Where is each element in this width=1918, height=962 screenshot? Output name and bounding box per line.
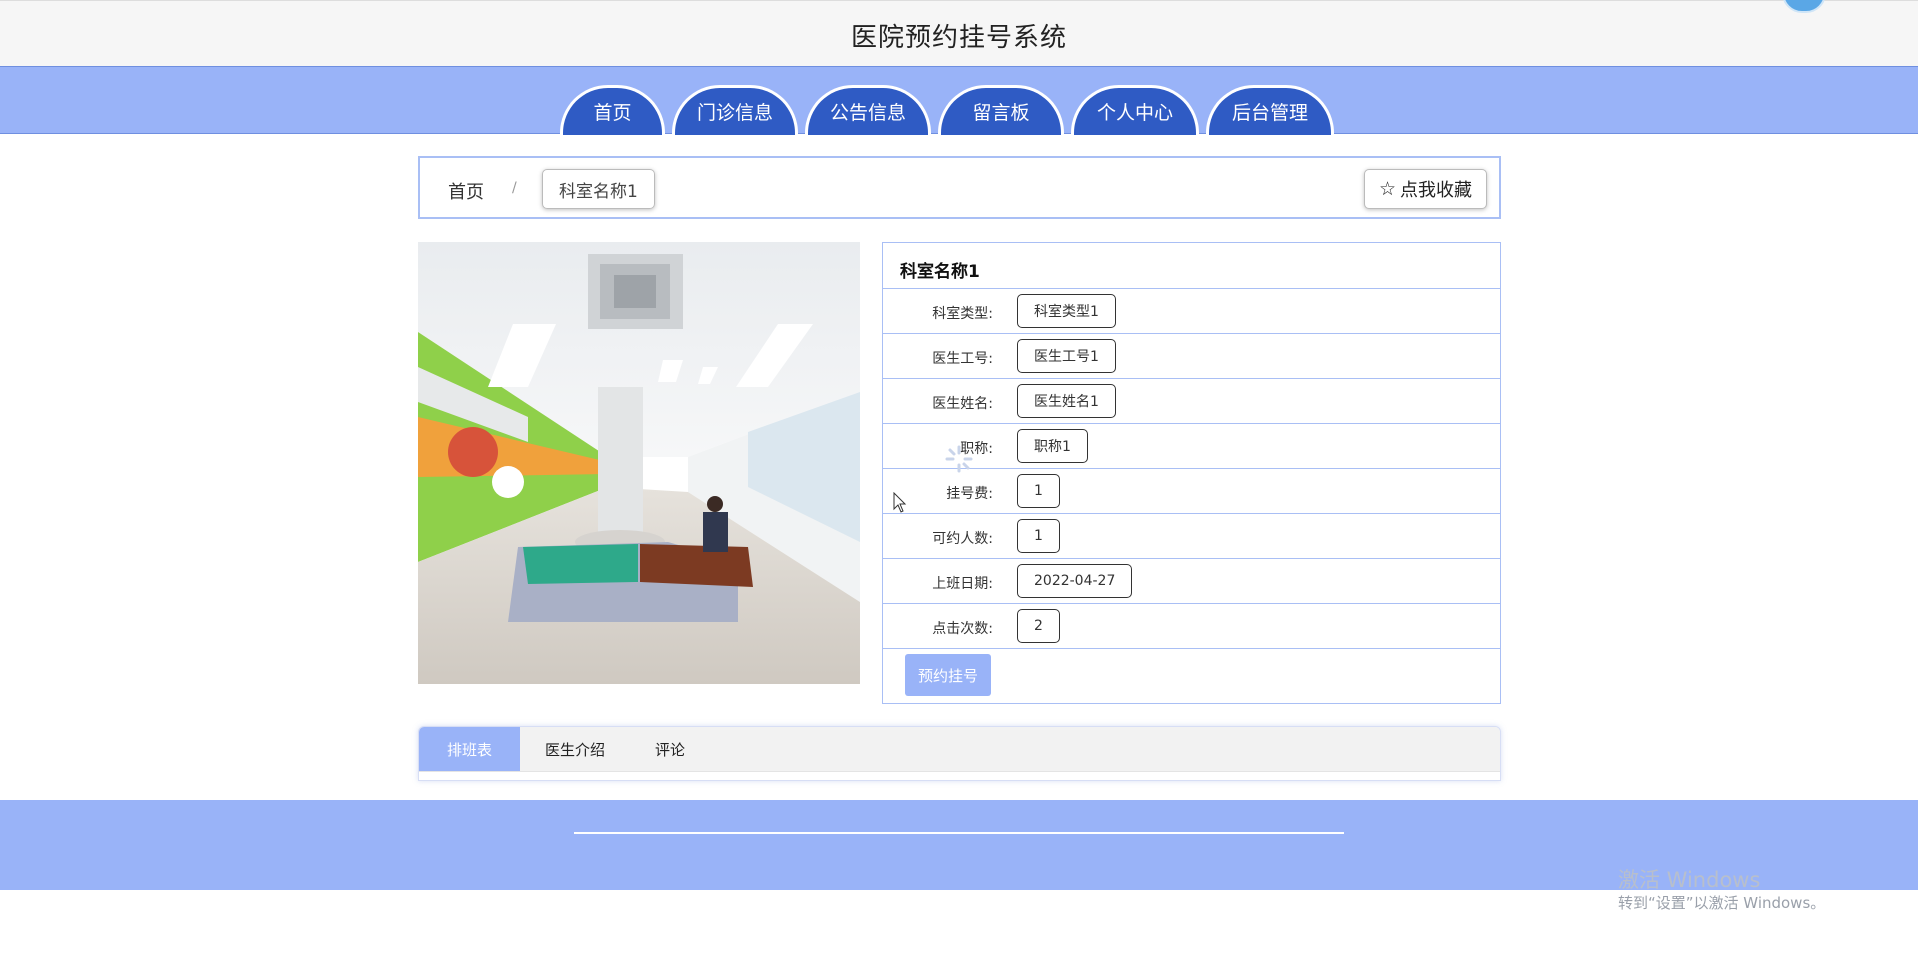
breadcrumb: 首页 / 科室名称1 ☆ 点我收藏 bbox=[418, 156, 1501, 219]
detail-row-title: 职称: 职称1 bbox=[883, 424, 1500, 469]
detail-row-doctor-name: 医生姓名: 医生姓名1 bbox=[883, 379, 1500, 424]
breadcrumb-home-link[interactable]: 首页 bbox=[448, 178, 484, 204]
breadcrumb-current: 科室名称1 bbox=[542, 169, 655, 209]
activation-watermark-subtitle: 转到“设置”以激活 Windows。 bbox=[1618, 894, 1826, 912]
tab-strip: 排班表 医生介绍 评论 bbox=[419, 727, 1500, 772]
detail-label: 科室类型: bbox=[932, 306, 993, 322]
detail-row-click-count: 点击次数: 2 bbox=[883, 604, 1500, 649]
tab-schedule[interactable]: 排班表 bbox=[419, 727, 521, 771]
department-detail-panel: 科室名称1 科室类型: 科室类型1 医生工号: 医生工号1 医生姓名: 医生姓名… bbox=[882, 242, 1501, 704]
nav-item-personal-center[interactable]: 个人中心 bbox=[1071, 85, 1199, 135]
detail-value: 2022-04-27 bbox=[1017, 564, 1133, 598]
site-header: 医院预约挂号系统 bbox=[0, 0, 1918, 66]
book-appointment-button[interactable]: 预约挂号 bbox=[905, 654, 991, 696]
tab-comments[interactable]: 评论 bbox=[630, 727, 710, 771]
detail-value: 科室类型1 bbox=[1017, 294, 1116, 328]
info-tabs: 排班表 医生介绍 评论 bbox=[418, 726, 1501, 781]
detail-label: 可约人数: bbox=[932, 531, 993, 547]
booking-row: 预约挂号 bbox=[883, 649, 1500, 701]
detail-value: 1 bbox=[1017, 474, 1060, 508]
favorite-button-label: 点我收藏 bbox=[1400, 180, 1472, 201]
detail-row-doctor-id: 医生工号: 医生工号1 bbox=[883, 334, 1500, 379]
nav-item-message-board[interactable]: 留言板 bbox=[938, 85, 1064, 135]
detail-value: 医生姓名1 bbox=[1017, 384, 1116, 418]
star-outline-icon: ☆ bbox=[1378, 178, 1396, 200]
detail-label: 挂号费: bbox=[946, 486, 993, 502]
tab-doctor-intro[interactable]: 医生介绍 bbox=[520, 727, 630, 771]
detail-row-registration-fee: 挂号费: 1 bbox=[883, 469, 1500, 514]
breadcrumb-separator: / bbox=[512, 180, 517, 196]
nav-bar: 首页 门诊信息 公告信息 留言板 个人中心 后台管理 bbox=[0, 66, 1918, 135]
detail-row-available-slots: 可约人数: 1 bbox=[883, 514, 1500, 559]
detail-value: 2 bbox=[1017, 609, 1060, 643]
detail-label: 医生工号: bbox=[932, 351, 993, 367]
activation-watermark-title: 激活 Windows bbox=[1618, 868, 1761, 892]
favorite-button[interactable]: ☆ 点我收藏 bbox=[1363, 169, 1487, 209]
detail-row-department-type: 科室类型: 科室类型1 bbox=[883, 289, 1500, 334]
department-name: 科室名称1 bbox=[883, 243, 1500, 289]
detail-label: 上班日期: bbox=[932, 576, 993, 592]
detail-value: 医生工号1 bbox=[1017, 339, 1116, 373]
nav-item-clinic-info[interactable]: 门诊信息 bbox=[672, 85, 798, 135]
nav-item-admin[interactable]: 后台管理 bbox=[1206, 85, 1334, 135]
detail-label: 点击次数: bbox=[932, 621, 993, 637]
detail-label: 医生姓名: bbox=[932, 396, 993, 412]
main-nav: 首页 门诊信息 公告信息 留言板 个人中心 后台管理 bbox=[560, 85, 1334, 135]
footer-divider bbox=[574, 832, 1344, 834]
site-title: 医院预约挂号系统 bbox=[850, 23, 1067, 53]
nav-item-home[interactable]: 首页 bbox=[560, 85, 665, 135]
avatar[interactable] bbox=[1782, 0, 1826, 13]
detail-value: 职称1 bbox=[1017, 429, 1088, 463]
detail-value: 1 bbox=[1017, 519, 1060, 553]
mouse-pointer-icon bbox=[893, 491, 907, 518]
detail-row-work-date: 上班日期: 2022-04-27 bbox=[883, 559, 1500, 604]
loading-spinner-icon bbox=[944, 444, 974, 478]
department-photo bbox=[418, 242, 860, 684]
nav-item-notices[interactable]: 公告信息 bbox=[805, 85, 931, 135]
